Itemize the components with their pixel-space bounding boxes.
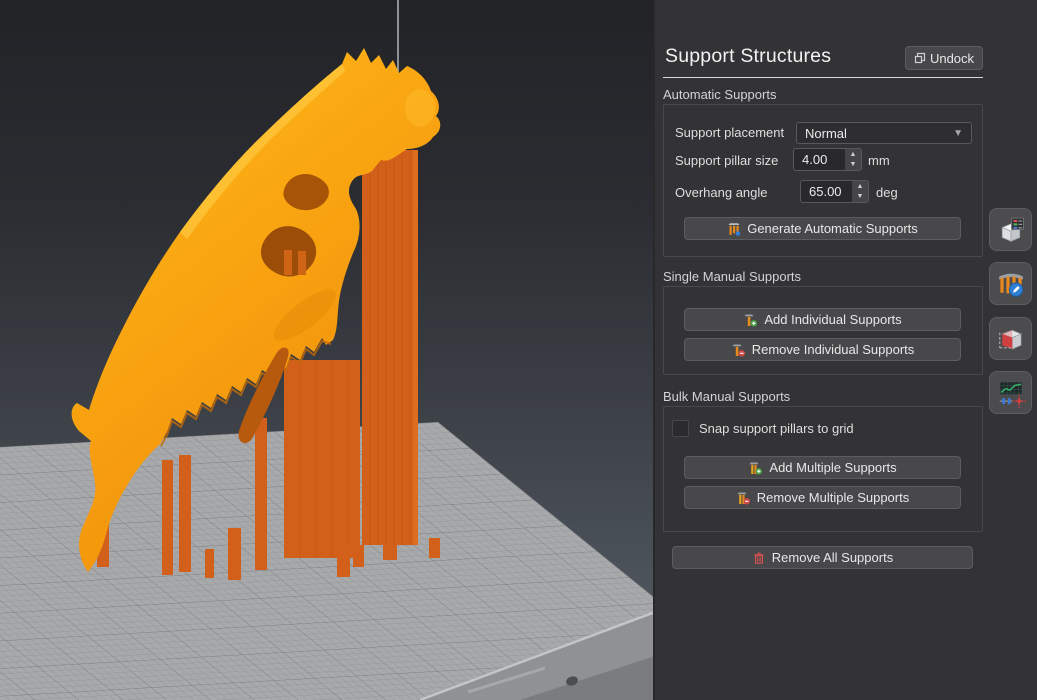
- overhang-angle-label: Overhang angle: [675, 185, 768, 200]
- slicer-window: Support Structures Undock Automatic Supp…: [0, 0, 1037, 700]
- generate-supports-label: Generate Automatic Supports: [747, 221, 918, 236]
- add-multiple-icon: [749, 462, 763, 474]
- remove-individual-label: Remove Individual Supports: [751, 342, 915, 357]
- pillar-size-label: Support pillar size: [675, 153, 779, 168]
- add-individual-label: Add Individual Supports: [764, 312, 902, 327]
- remove-all-supports-button[interactable]: Remove All Supports: [672, 546, 973, 569]
- toolbar-model-properties-button[interactable]: [989, 208, 1032, 251]
- print-settings-icon: [998, 380, 1026, 408]
- support-placement-label: Support placement: [675, 125, 785, 140]
- add-multiple-supports-button[interactable]: Add Multiple Supports: [684, 456, 961, 479]
- chevron-down-icon: ▼: [953, 127, 963, 139]
- generate-supports-icon: [728, 222, 741, 236]
- support-placement-value: Normal: [805, 125, 847, 141]
- model-properties-icon: [1000, 217, 1024, 242]
- scene-canvas: [0, 0, 655, 700]
- overhang-spin-buttons[interactable]: ▲ ▼: [851, 181, 868, 202]
- toolbar-edit-supports-button[interactable]: [989, 262, 1032, 305]
- remove-individual-supports-button[interactable]: Remove Individual Supports: [684, 338, 961, 361]
- add-multiple-label: Add Multiple Supports: [769, 460, 897, 475]
- spin-up-icon[interactable]: ▲: [845, 149, 861, 160]
- hollow-model-icon: [998, 329, 1022, 350]
- automatic-supports-heading: Automatic Supports: [663, 87, 777, 102]
- snap-to-grid-checkbox[interactable]: [672, 420, 689, 437]
- spin-up-icon[interactable]: ▲: [852, 181, 868, 192]
- title-separator: [663, 77, 983, 78]
- pillar-size-spin-buttons[interactable]: ▲ ▼: [844, 149, 861, 170]
- overhang-angle-input[interactable]: [801, 181, 851, 202]
- remove-multiple-supports-button[interactable]: Remove Multiple Supports: [684, 486, 961, 509]
- overhang-angle-stepper: ▲ ▼: [800, 180, 869, 203]
- edit-supports-icon: [998, 273, 1023, 297]
- panel-title: Support Structures: [665, 45, 832, 67]
- spin-down-icon[interactable]: ▼: [852, 192, 868, 203]
- add-support-icon: [744, 314, 758, 326]
- bulk-manual-heading: Bulk Manual Supports: [663, 389, 791, 404]
- pillar-size-unit: mm: [868, 153, 890, 168]
- remove-multiple-label: Remove Multiple Supports: [756, 490, 910, 505]
- add-individual-supports-button[interactable]: Add Individual Supports: [684, 308, 961, 331]
- snap-to-grid-label: Snap support pillars to grid: [699, 421, 854, 436]
- undock-button[interactable]: Undock: [905, 46, 983, 70]
- remove-multiple-icon: [737, 492, 750, 504]
- toolbar-hollow-model-button[interactable]: [989, 317, 1032, 360]
- undock-label: Undock: [929, 50, 975, 66]
- pillar-size-input[interactable]: [794, 149, 844, 170]
- 3d-viewport[interactable]: [0, 0, 655, 700]
- single-manual-heading: Single Manual Supports: [663, 269, 802, 284]
- overhang-angle-unit: deg: [876, 185, 898, 200]
- generate-automatic-supports-button[interactable]: Generate Automatic Supports: [684, 217, 961, 240]
- support-structures-panel: Support Structures Undock Automatic Supp…: [655, 0, 1037, 700]
- trash-icon: [754, 552, 764, 564]
- remove-support-icon: [732, 344, 745, 356]
- toolbar-print-settings-button[interactable]: [989, 371, 1032, 414]
- pillar-size-stepper: ▲ ▼: [793, 148, 862, 171]
- spin-down-icon[interactable]: ▼: [845, 160, 861, 171]
- remove-all-label: Remove All Supports: [771, 550, 894, 565]
- snap-to-grid-row: Snap support pillars to grid: [672, 420, 854, 437]
- support-placement-dropdown[interactable]: Normal ▼: [796, 122, 972, 144]
- undock-icon: [914, 52, 926, 64]
